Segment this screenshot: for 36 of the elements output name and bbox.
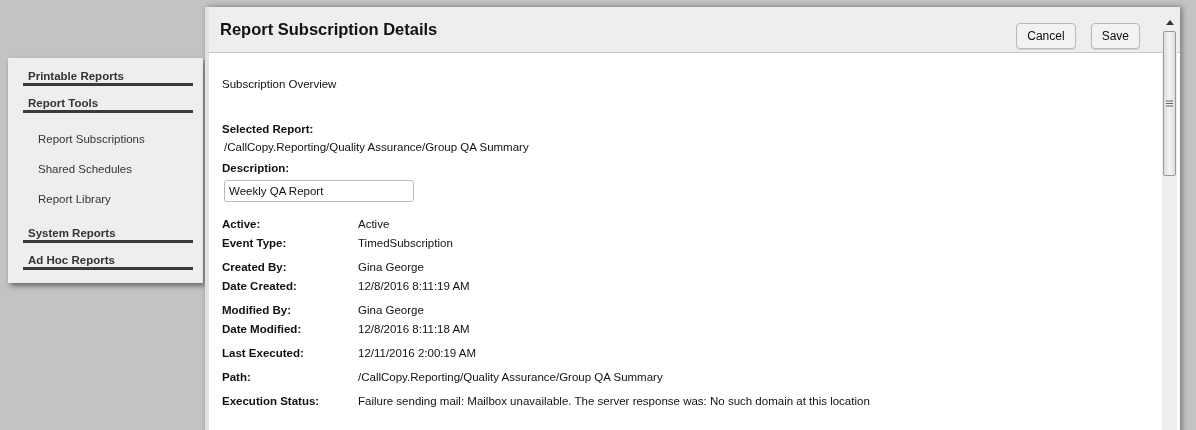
field-label: Modified By:	[222, 303, 292, 316]
sidebar-section[interactable]: Printable Reports	[23, 67, 193, 86]
scroll-thumb[interactable]	[1163, 31, 1176, 176]
field-label: Active:	[222, 217, 262, 230]
field-value: Gina George	[358, 260, 424, 273]
field-label: Date Modified:	[222, 322, 303, 335]
sidebar-section[interactable]: System Reports	[23, 224, 193, 243]
description-field[interactable]: Weekly QA Report	[224, 180, 414, 202]
field-value: 12/11/2016 2:00:19 AM	[358, 346, 477, 359]
sidebar-section[interactable]: Ad Hoc Reports	[23, 251, 193, 270]
field-label: Event Type:	[222, 236, 288, 249]
field-value: TimedSubscription	[358, 236, 453, 249]
field-value: Failure sending mail: Mailbox unavailable. The server response was: No such domain at this location	[358, 394, 870, 407]
dialog-button[interactable]: Save	[1090, 22, 1140, 49]
field-value: 12/8/2016 8:11:19 AM	[358, 279, 470, 292]
sidebar-item[interactable]: Report Subscriptions	[38, 131, 193, 148]
field-label: Description:	[222, 162, 291, 174]
sidebar-item[interactable]: Shared Schedules	[38, 161, 193, 178]
section-heading: Subscription Overview	[222, 78, 338, 90]
dialog-title: Report Subscription Details	[220, 20, 438, 39]
scroll-up-icon[interactable]	[1165, 20, 1174, 25]
field-label: Date Created:	[222, 279, 298, 292]
field-value: /CallCopy.Reporting/Quality Assurance/Group QA Summary	[224, 141, 530, 153]
sidebar-item[interactable]: Report Library	[38, 191, 193, 208]
grip-icon	[1166, 100, 1173, 107]
field-label: Path:	[222, 370, 252, 383]
field-label: Last Executed:	[222, 346, 305, 359]
field-label: Created By:	[222, 260, 288, 273]
sidebar-section[interactable]: Report Tools	[23, 94, 193, 113]
field-value: Active	[358, 217, 390, 230]
field-value: Gina George	[358, 303, 424, 316]
field-label: Selected Report:	[222, 123, 315, 135]
dialog-button[interactable]: Cancel	[1016, 22, 1076, 49]
field-label: Execution Status:	[222, 394, 321, 407]
field-value: /CallCopy.Reporting/Quality Assurance/Group QA Summary	[358, 370, 663, 383]
field-value: 12/8/2016 8:11:18 AM	[358, 322, 470, 335]
